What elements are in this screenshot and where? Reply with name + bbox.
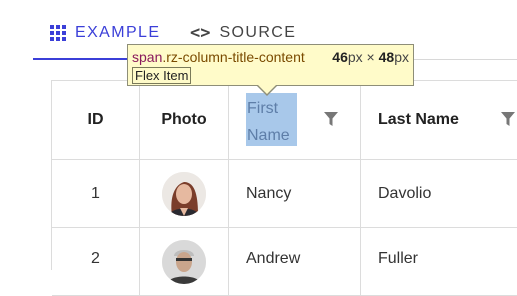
cell-photo	[140, 228, 229, 296]
avatar	[162, 171, 206, 216]
filter-icon[interactable]	[501, 112, 515, 126]
tab-example-label: EXAMPLE	[75, 24, 161, 41]
tooltip-dimensions: 46px × 48px	[332, 49, 409, 65]
cell-last-name: Fuller	[361, 228, 517, 296]
cell-id: 1	[52, 160, 140, 228]
inspect-tooltip: span.rz-column-title-content 46px × 48px…	[127, 44, 414, 86]
column-title-first-name: First Name	[247, 100, 290, 144]
tooltip-width: 46	[332, 49, 348, 65]
cell-id-value: 2	[91, 250, 100, 267]
column-header-photo[interactable]: Photo	[140, 81, 229, 160]
cell-first-name-value: Andrew	[246, 250, 301, 267]
column-header-last-name[interactable]: Last Name	[361, 81, 517, 160]
column-title-photo: Photo	[161, 111, 207, 128]
cell-last-name: Davolio	[361, 160, 517, 228]
column-title-last-name: Last Name	[378, 111, 459, 128]
tab-source-label: SOURCE	[219, 24, 297, 41]
cell-last-name-value: Davolio	[378, 184, 432, 202]
tooltip-width-unit: px	[347, 49, 363, 65]
cell-first-name: Andrew	[229, 228, 361, 296]
tooltip-selector-line: span.rz-column-title-content 46px × 48px	[132, 49, 409, 65]
column-header-id[interactable]: ID	[52, 81, 140, 160]
tooltip-selector: span.rz-column-title-content	[132, 49, 305, 65]
filter-icon[interactable]	[324, 112, 338, 126]
tooltip-badge: Flex Item	[132, 67, 192, 84]
cell-id-value: 1	[91, 184, 100, 202]
tooltip-arrow	[258, 85, 276, 94]
cell-first-name-value: Nancy	[246, 184, 292, 202]
column-title-id: ID	[87, 111, 104, 128]
code-icon: <>	[190, 23, 211, 43]
tooltip-class: .rz-column-title-content	[162, 49, 305, 65]
cell-first-name: Nancy	[229, 160, 361, 228]
tooltip-times: ×	[366, 49, 375, 65]
tooltip-height-unit: px	[394, 49, 409, 65]
avatar-nancy	[162, 171, 206, 216]
cell-id: 2	[52, 228, 140, 296]
avatar	[162, 240, 206, 284]
tooltip-tag: span	[132, 49, 163, 65]
tooltip-height: 48	[378, 49, 395, 65]
cell-last-name-value: Fuller	[378, 250, 419, 267]
avatar-andrew	[162, 240, 206, 284]
grid-icon	[50, 25, 66, 41]
cell-photo	[140, 160, 229, 228]
